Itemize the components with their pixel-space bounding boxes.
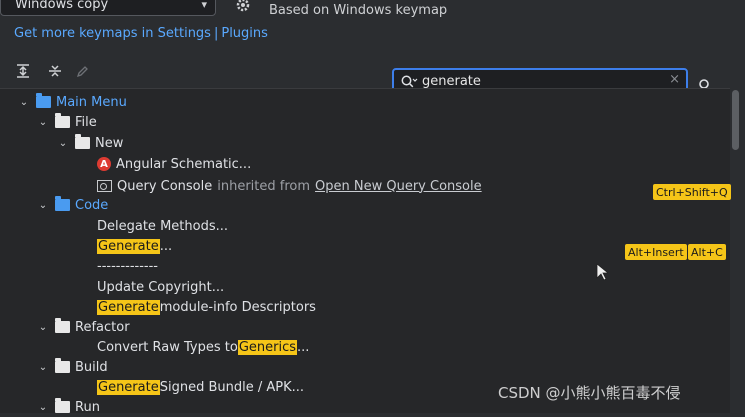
- tree-label: File: [75, 114, 97, 130]
- tree-node-delegate-methods[interactable]: Delegate Methods...: [97, 216, 228, 236]
- chevron-down-icon[interactable]: ⌄: [18, 97, 30, 108]
- search-input[interactable]: generate: [422, 74, 481, 89]
- tree-label: Refactor: [75, 319, 130, 335]
- separator-label: -------------: [97, 258, 158, 274]
- chevron-down-icon[interactable]: ⌄: [37, 402, 49, 413]
- tree-node-file[interactable]: ⌄ File: [37, 112, 97, 132]
- tree-node-new[interactable]: ⌄ New: [57, 133, 123, 153]
- chevron-down-icon[interactable]: ⌄: [37, 117, 49, 128]
- shortcut-badge[interactable]: Alt+Insert: [625, 244, 687, 260]
- tree-label: Code: [75, 197, 109, 213]
- keymap-header: Windows copy ▾ Based on Windows keymap G…: [0, 0, 745, 52]
- collapse-all-icon[interactable]: [46, 62, 64, 80]
- chevron-down-icon[interactable]: ⌄: [37, 200, 49, 211]
- keymap-selected: Windows copy: [15, 0, 109, 12]
- folder-icon: [55, 196, 70, 211]
- folder-icon: [75, 134, 90, 149]
- keymap-dropdown[interactable]: Windows copy ▾: [0, 0, 216, 16]
- tree-node-query-console[interactable]: Query Console inherited from Open New Qu…: [97, 176, 482, 196]
- vertical-scrollbar[interactable]: [732, 90, 739, 150]
- gear-icon[interactable]: [235, 0, 251, 13]
- tree-node-generate[interactable]: Generate...: [97, 236, 172, 256]
- search-match-highlight: Generate: [97, 299, 160, 315]
- tree-label: ...: [159, 238, 173, 254]
- chevron-down-icon: ▾: [201, 0, 207, 11]
- expand-all-icon[interactable]: [14, 62, 32, 80]
- tree-node-update-copyright[interactable]: Update Copyright...: [97, 277, 224, 297]
- folder-icon: [36, 93, 51, 108]
- tree-toolbar: [14, 62, 104, 82]
- tree-label: Build: [75, 359, 108, 375]
- tree-node-generate-signed-bundle[interactable]: Generate Signed Bundle / APK...: [97, 377, 304, 397]
- folder-icon: [55, 318, 70, 333]
- edit-icon[interactable]: [74, 62, 92, 80]
- mouse-pointer-icon: [596, 263, 608, 281]
- shortcut-badge[interactable]: Ctrl+Shift+Q: [653, 184, 731, 200]
- tree-label: module-info Descriptors: [159, 299, 316, 315]
- search-match-highlight: Generics: [237, 339, 298, 355]
- tree-label: New: [95, 135, 124, 151]
- settings-link[interactable]: Get more keymaps in Settings: [14, 26, 211, 41]
- folder-icon: [55, 113, 70, 128]
- tree-node-generate-module-info[interactable]: Generate module-info Descriptors: [97, 297, 316, 317]
- tree-label: Delegate Methods...: [97, 218, 228, 234]
- tree-node-convert-raw-types[interactable]: Convert Raw Types to Generics...: [97, 337, 309, 357]
- keymap-tree: ⌄ Main Menu ⌄ File ⌄ New A Angular Schem…: [0, 88, 731, 415]
- keymap-links: Get more keymaps in Settings | Plugins: [14, 26, 268, 41]
- clear-icon[interactable]: ×: [669, 72, 680, 87]
- watermark: CSDN @小熊小熊百毒不侵: [498, 384, 681, 402]
- link-separator: |: [213, 26, 219, 41]
- inherited-label: inherited from: [217, 178, 311, 194]
- chevron-down-icon[interactable]: ⌄: [37, 322, 49, 333]
- tree-label: Query Console: [117, 178, 213, 194]
- based-on-label: Based on Windows keymap: [269, 3, 448, 18]
- angular-icon: A: [97, 157, 111, 171]
- tree-separator: -------------: [97, 256, 158, 276]
- tree-label: ...: [297, 339, 310, 355]
- tree-label: Signed Bundle / APK...: [159, 379, 305, 395]
- open-new-query-console-link[interactable]: Open New Query Console: [315, 179, 482, 194]
- tree-label: Main Menu: [56, 94, 127, 110]
- folder-icon: [55, 398, 70, 413]
- tree-node-code[interactable]: ⌄ Code: [37, 195, 108, 215]
- tree-label: Run: [75, 399, 100, 415]
- plugins-link[interactable]: Plugins: [221, 26, 268, 41]
- folder-icon: [55, 358, 70, 373]
- tree-node-main-menu[interactable]: ⌄ Main Menu: [18, 92, 127, 112]
- shortcut-badge[interactable]: Alt+C: [688, 244, 726, 260]
- search-match-highlight: Generate: [97, 238, 160, 254]
- chevron-down-icon[interactable]: ⌄: [57, 138, 69, 149]
- tree-node-refactor[interactable]: ⌄ Refactor: [37, 317, 130, 337]
- tree-node-run[interactable]: ⌄ Run: [37, 397, 100, 417]
- search-match-highlight: Generate: [97, 379, 160, 395]
- chevron-down-icon[interactable]: ⌄: [37, 362, 49, 373]
- tree-node-angular-schematic[interactable]: A Angular Schematic...: [97, 154, 251, 174]
- tree-label: Angular Schematic...: [116, 156, 252, 172]
- tree-label: Update Copyright...: [97, 279, 225, 295]
- tree-label: Convert Raw Types to: [97, 339, 238, 355]
- tree-node-build[interactable]: ⌄ Build: [37, 357, 108, 377]
- query-console-icon: [97, 180, 112, 192]
